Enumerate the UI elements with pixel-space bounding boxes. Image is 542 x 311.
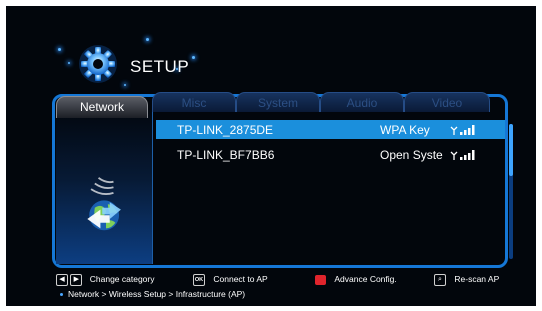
ok-key-icon: OK [193, 274, 205, 286]
hint-label: Re-scan AP [454, 274, 500, 285]
globe-network-icon [87, 177, 121, 231]
wifi-signal-icon [450, 125, 475, 135]
search-key-icon: ⌕ [434, 274, 446, 286]
breadcrumb-bullet-icon [60, 293, 63, 296]
network-row[interactable]: TP-LINK_BF7BB6 Open Syste [156, 145, 505, 164]
hint-change-category: ◀ ▶ Change category [56, 274, 155, 286]
gear-icon [79, 45, 117, 83]
network-ssid: TP-LINK_BF7BB6 [177, 148, 275, 162]
tab-video[interactable]: Video [404, 92, 490, 112]
left-arrow-key-icon: ◀ [56, 274, 68, 286]
right-arrow-key-icon: ▶ [70, 274, 83, 286]
red-key-icon [315, 274, 326, 285]
tab-audio[interactable]: Audio [320, 92, 404, 112]
scrollbar-thumb[interactable] [509, 124, 513, 176]
tv-screen: SETUP Network Misc System Audio Video TP… [6, 6, 536, 306]
network-row[interactable]: TP-LINK_2875DE WPA Key [156, 120, 505, 139]
hint-label: Advance Config. [334, 274, 397, 284]
network-security: Open Syste [380, 148, 443, 162]
network-ssid: TP-LINK_2875DE [177, 123, 274, 137]
hint-advance-config: Advance Config. [315, 274, 397, 285]
list-scrollbar[interactable] [509, 124, 513, 259]
tab-misc[interactable]: Misc [152, 92, 236, 112]
tab-network[interactable]: Network [56, 96, 148, 118]
wifi-signal-icon [450, 150, 475, 160]
page-title: SETUP [130, 57, 190, 76]
hint-label: Connect to AP [213, 274, 268, 285]
tab-system[interactable]: System [236, 92, 320, 112]
hint-label: Change category [89, 274, 155, 285]
category-sidebar [56, 110, 153, 264]
hint-connect: OK Connect to AP [193, 274, 268, 286]
network-security: WPA Key [380, 123, 430, 137]
breadcrumb: Network > Wireless Setup > Infrastructur… [68, 289, 246, 299]
hint-rescan: ⌕ Re-scan AP [434, 274, 499, 286]
